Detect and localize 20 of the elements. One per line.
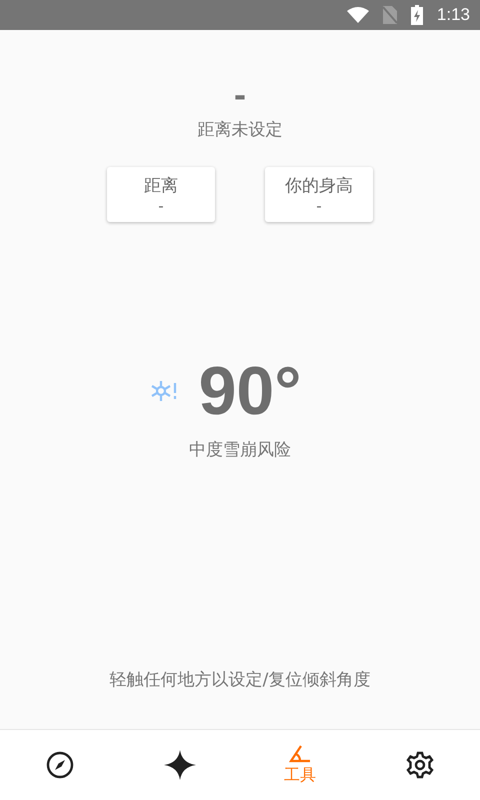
angle-value: 90°	[198, 354, 302, 428]
wifi-icon	[346, 7, 369, 23]
sparkle-icon	[164, 750, 196, 780]
distance-reading: -	[234, 82, 246, 112]
angle-icon	[289, 744, 311, 762]
status-time: 1:13	[436, 5, 470, 25]
info-card[interactable]: 你的身高 -	[265, 167, 373, 222]
info-card[interactable]: 距离 -	[107, 167, 215, 222]
risk-label: 中度雪崩风险	[189, 439, 291, 461]
snowflake-warning-icon	[150, 380, 177, 402]
card-value: -	[316, 197, 322, 215]
compass-icon	[46, 751, 74, 779]
card-label: 你的身高	[285, 175, 353, 197]
settings-icon	[406, 751, 434, 779]
battery-charging-icon	[410, 5, 423, 25]
distance-caption: 距离未设定	[198, 119, 282, 141]
no-sim-icon	[382, 6, 397, 24]
card-value: -	[158, 197, 164, 215]
card-label: 距离	[144, 175, 178, 197]
hint-text: 轻触任何地方以设定/复位倾斜角度	[110, 669, 370, 691]
